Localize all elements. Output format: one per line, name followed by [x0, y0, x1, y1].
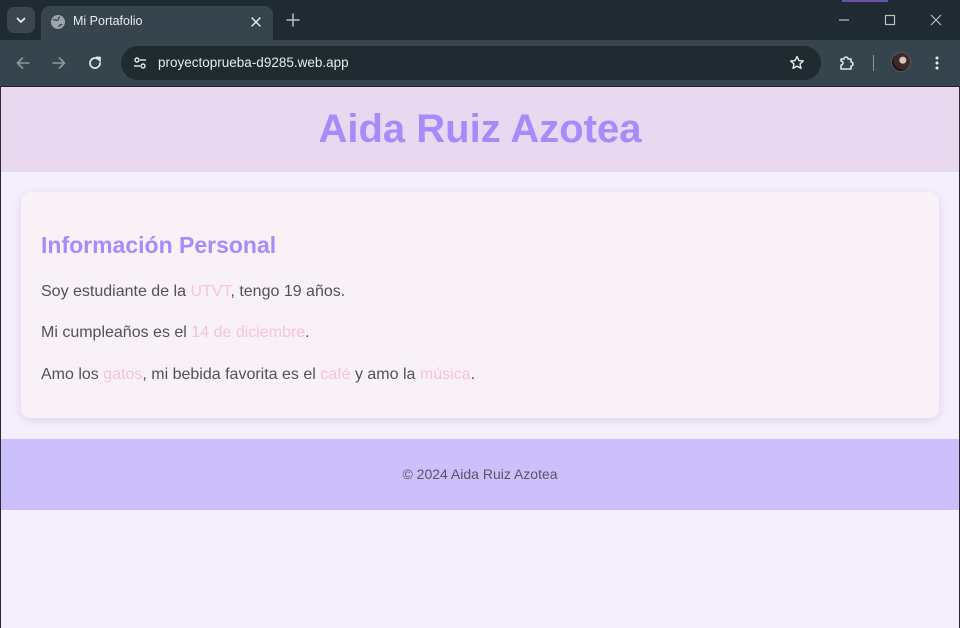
- personal-info-card: Información Personal Soy estudiante de l…: [21, 192, 939, 418]
- close-icon: [930, 14, 942, 26]
- back-button[interactable]: [11, 51, 35, 75]
- minimize-icon: [839, 19, 849, 21]
- tab-close-button[interactable]: [247, 13, 265, 31]
- url-text[interactable]: proyectoprueba-d9285.web.app: [158, 55, 349, 70]
- paragraph-birthday: Mi cumpleaños es el 14 de diciembre.: [41, 324, 310, 342]
- browser-toolbar: proyectoprueba-d9285.web.app: [0, 40, 960, 86]
- forward-button[interactable]: [47, 51, 71, 75]
- reload-icon: [89, 56, 101, 69]
- paragraph-likes: Amo los gatos, mi bebida favorita es el …: [41, 366, 475, 384]
- text-segment: , tengo 19 años.: [230, 283, 346, 300]
- star-icon: [790, 55, 804, 70]
- extensions-button[interactable]: [835, 51, 859, 75]
- maximize-button[interactable]: [878, 8, 902, 32]
- tab-title: Mi Portafolio: [73, 14, 143, 28]
- text-segment: .: [305, 324, 310, 341]
- plus-icon: [286, 13, 300, 27]
- bookmark-button[interactable]: [785, 51, 809, 75]
- tab-active[interactable]: Mi Portafolio: [41, 6, 273, 40]
- tab-strip: Mi Portafolio: [0, 0, 960, 40]
- highlight-music: música: [419, 366, 471, 383]
- footer-copyright: © 2024 Aida Ruiz Azotea: [402, 466, 558, 482]
- minimize-button[interactable]: [832, 8, 856, 32]
- more-vert-icon: [935, 56, 939, 70]
- tune-icon: [134, 57, 146, 69]
- menu-button[interactable]: [925, 51, 949, 75]
- accent-line: [842, 0, 888, 2]
- text-segment: Soy estudiante de la: [41, 283, 191, 300]
- page-content: Aida Ruiz Azotea Información Personal So…: [1, 87, 959, 628]
- toolbar-divider: [873, 55, 874, 71]
- text-segment: , mi bebida favorita es el: [142, 366, 321, 383]
- highlight-school: UTVT: [190, 283, 231, 300]
- chevron-down-icon: [16, 17, 26, 23]
- highlight-birthday: 14 de diciembre: [191, 324, 306, 341]
- highlight-coffee: café: [320, 366, 351, 383]
- close-icon: [251, 17, 261, 27]
- text-segment: Mi cumpleaños es el: [41, 324, 192, 341]
- new-tab-button[interactable]: [282, 9, 304, 31]
- site-info-button[interactable]: [128, 51, 152, 75]
- section-title: Información Personal: [41, 232, 277, 258]
- puzzle-icon: [840, 56, 854, 70]
- paragraph-school: Soy estudiante de la UTVT, tengo 19 años…: [41, 283, 345, 301]
- arrow-right-icon: [52, 57, 66, 69]
- tab-search-button[interactable]: [7, 7, 35, 33]
- text-segment: Amo los: [41, 366, 104, 383]
- maximize-icon: [884, 14, 896, 26]
- profile-avatar[interactable]: [891, 52, 911, 72]
- highlight-cats: gatos: [103, 366, 143, 383]
- globe-icon: [51, 15, 65, 29]
- text-segment: y amo la: [350, 366, 420, 383]
- page-title: Aida Ruiz Azotea: [318, 107, 642, 151]
- page-footer: © 2024 Aida Ruiz Azotea: [1, 439, 959, 510]
- window-edge-left: [0, 86, 1, 628]
- window-close-button[interactable]: [924, 8, 948, 32]
- text-segment: .: [470, 366, 476, 383]
- page-header: Aida Ruiz Azotea: [1, 87, 959, 172]
- reload-button[interactable]: [83, 51, 107, 75]
- arrow-left-icon: [16, 57, 30, 69]
- address-bar[interactable]: proyectoprueba-d9285.web.app: [121, 46, 821, 80]
